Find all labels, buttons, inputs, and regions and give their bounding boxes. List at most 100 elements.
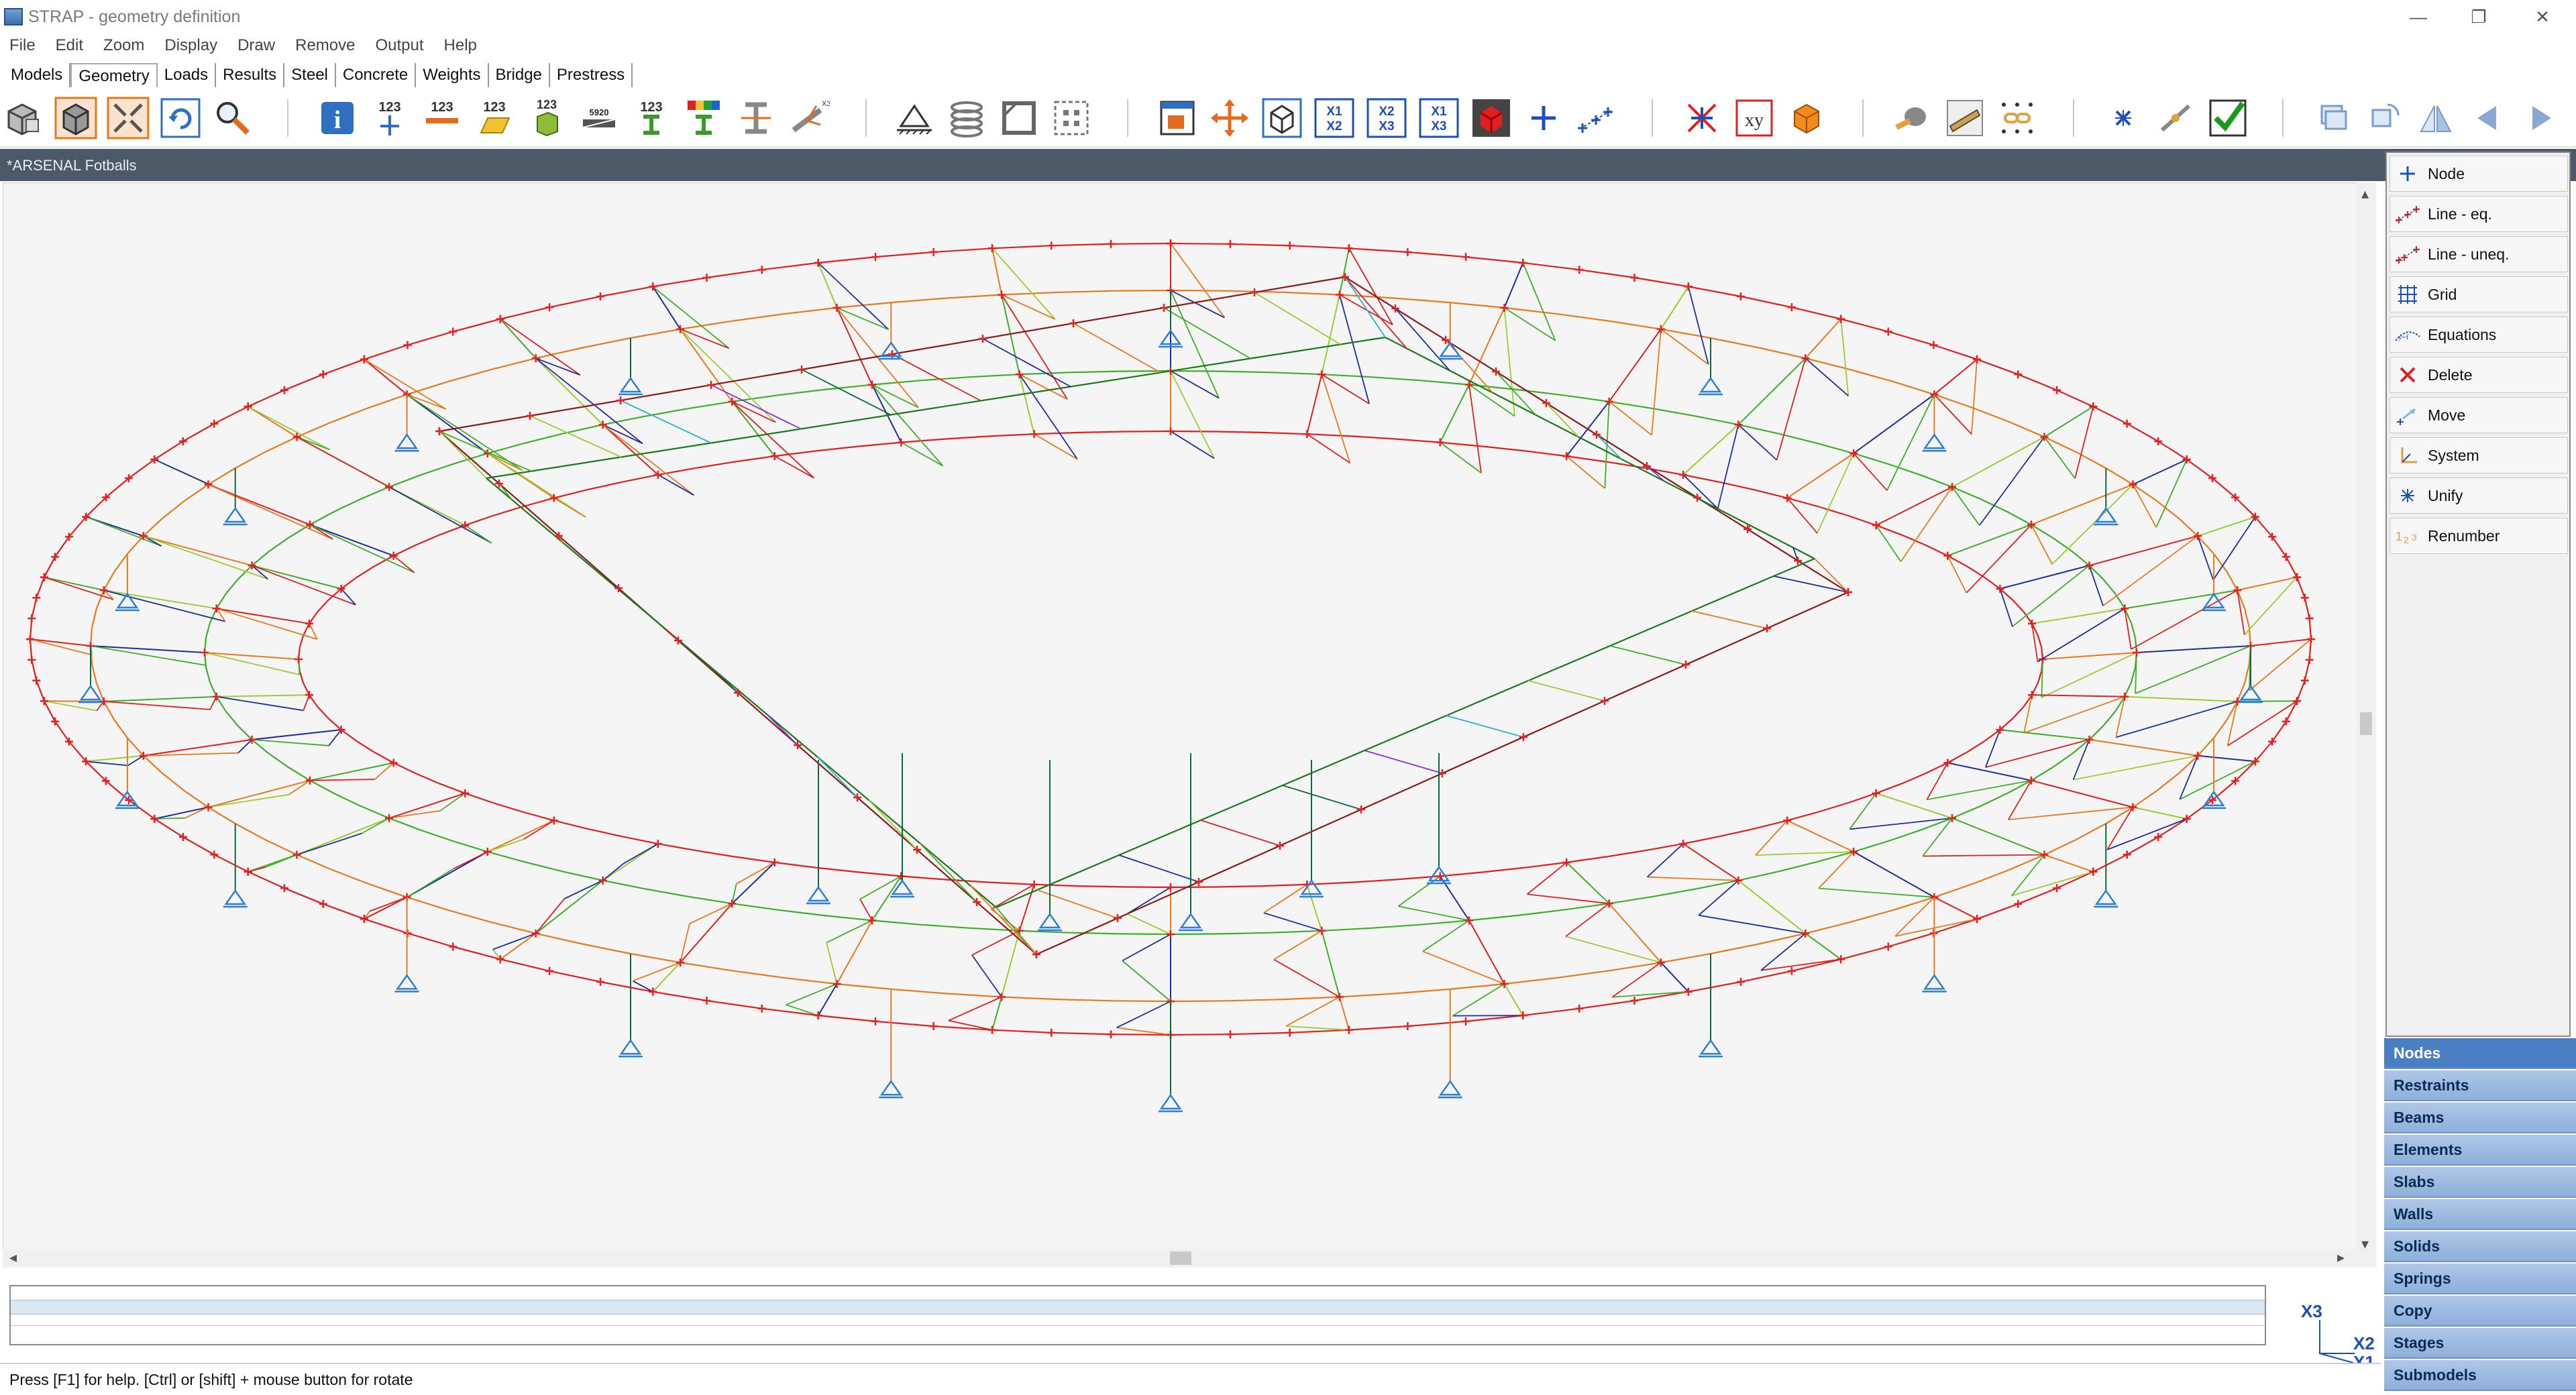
scroll-left-icon[interactable]: ◂ bbox=[9, 1249, 17, 1266]
zoom-icon[interactable] bbox=[211, 97, 255, 140]
system-command-button[interactable]: System bbox=[2390, 437, 2568, 473]
beam-element-icon[interactable] bbox=[1943, 97, 1987, 140]
springs-display-icon[interactable] bbox=[945, 97, 989, 140]
category-slabs[interactable]: Slabs bbox=[2384, 1167, 2576, 1198]
solid-cube-icon[interactable] bbox=[1784, 97, 1829, 140]
vertical-scrollbar[interactable]: ▴ ▾ bbox=[2356, 182, 2376, 1268]
node-numbers-icon[interactable]: 123 bbox=[368, 97, 412, 140]
category-stages[interactable]: Stages bbox=[2384, 1328, 2576, 1359]
grid-command-button[interactable]: Grid bbox=[2390, 276, 2568, 313]
tab-bridge[interactable]: Bridge bbox=[489, 63, 550, 87]
coordinate-system-icon bbox=[2393, 441, 2422, 470]
redraw-icon[interactable] bbox=[158, 97, 203, 140]
isometric-view-icon[interactable] bbox=[1260, 97, 1304, 140]
line-equal-command-button[interactable]: Line - eq. bbox=[2390, 196, 2568, 232]
move-view-icon[interactable] bbox=[1208, 97, 1252, 140]
equations-command-button[interactable]: y=f Equations bbox=[2390, 317, 2568, 353]
check-geometry-icon[interactable] bbox=[2206, 97, 2250, 140]
delete-x-icon bbox=[2393, 360, 2422, 390]
x1x3-plane-icon[interactable]: X1 X3 bbox=[1417, 97, 1461, 140]
cylinder-icon[interactable] bbox=[1890, 97, 1935, 140]
property-numbers-icon[interactable]: 123 bbox=[629, 97, 674, 140]
beam-numbers-icon[interactable]: 123 bbox=[420, 97, 464, 140]
line-equal-icon bbox=[2393, 199, 2422, 229]
menu-help[interactable]: Help bbox=[444, 36, 477, 55]
tab-prestress[interactable]: Prestress bbox=[550, 63, 633, 87]
category-restraints[interactable]: Restraints bbox=[2384, 1070, 2576, 1101]
minimize-button[interactable]: — bbox=[2388, 0, 2449, 34]
fit-view-icon[interactable] bbox=[106, 97, 150, 140]
coordinates-icon[interactable]: xy bbox=[1732, 97, 1776, 140]
menu-display[interactable]: Display bbox=[164, 36, 217, 55]
section-orientation-icon[interactable] bbox=[734, 97, 778, 140]
menu-zoom[interactable]: Zoom bbox=[103, 36, 144, 55]
element-numbers-icon[interactable]: 123 bbox=[472, 97, 517, 140]
menu-remove[interactable]: Remove bbox=[295, 36, 355, 55]
section-names-icon[interactable]: 5920 bbox=[577, 97, 621, 140]
tab-weights[interactable]: Weights bbox=[416, 63, 489, 87]
tab-concrete[interactable]: Concrete bbox=[336, 63, 417, 87]
line-unequal-command-button[interactable]: Line - uneq. bbox=[2390, 236, 2568, 272]
view-3d-icon[interactable] bbox=[1, 97, 46, 140]
unify-command-button[interactable]: Unify bbox=[2390, 478, 2568, 514]
command-input-area[interactable] bbox=[9, 1285, 2266, 1345]
menu-edit[interactable]: Edit bbox=[56, 36, 83, 55]
category-beams[interactable]: Beams bbox=[2384, 1103, 2576, 1133]
rotate-view-icon[interactable] bbox=[2361, 97, 2406, 140]
add-node-icon[interactable] bbox=[1521, 97, 1566, 140]
x1x2-plane-icon[interactable]: X1 X2 bbox=[1312, 97, 1356, 140]
solid-view-icon[interactable] bbox=[54, 97, 98, 140]
x2x3-plane-icon[interactable]: X2 X3 bbox=[1364, 97, 1409, 140]
category-elements[interactable]: Elements bbox=[2384, 1135, 2576, 1166]
horizontal-scroll-thumb[interactable] bbox=[1170, 1251, 1191, 1265]
next-icon[interactable] bbox=[2518, 97, 2563, 140]
connect-nodes-icon[interactable] bbox=[1995, 97, 2039, 140]
move-command-button[interactable]: Move bbox=[2390, 397, 2568, 433]
svg-text:i: i bbox=[334, 106, 341, 134]
category-solids[interactable]: Solids bbox=[2384, 1231, 2576, 1262]
tab-loads[interactable]: Loads bbox=[158, 63, 217, 87]
delete-command-button[interactable]: Delete bbox=[2390, 357, 2568, 393]
category-nodes[interactable]: Nodes bbox=[2384, 1038, 2576, 1069]
category-submodels[interactable]: Submodels bbox=[2384, 1360, 2576, 1391]
restraints-display-icon[interactable] bbox=[892, 97, 936, 140]
solid-numbers-icon[interactable]: 123 bbox=[525, 97, 569, 140]
unify-nodes-icon[interactable] bbox=[2101, 97, 2145, 140]
category-walls[interactable]: Walls bbox=[2384, 1199, 2576, 1230]
renumber-command-button[interactable]: 123 Renumber bbox=[2390, 518, 2568, 554]
close-button[interactable]: ✕ bbox=[2512, 0, 2573, 34]
window-select-icon[interactable] bbox=[1155, 97, 1199, 140]
render-cube-icon[interactable] bbox=[1469, 97, 1513, 140]
axis-x3-label: X3 bbox=[2301, 1301, 2322, 1321]
restore-button[interactable]: ❐ bbox=[2449, 0, 2509, 34]
tab-steel[interactable]: Steel bbox=[284, 63, 336, 87]
menu-draw[interactable]: Draw bbox=[237, 36, 275, 55]
horizontal-scrollbar[interactable]: ◂ ▸ bbox=[3, 1249, 2356, 1268]
vertical-scroll-thumb[interactable] bbox=[2360, 712, 2372, 735]
select-nodes-icon[interactable] bbox=[1680, 97, 1724, 140]
menu-output[interactable]: Output bbox=[375, 36, 423, 55]
frame-display-icon[interactable] bbox=[997, 97, 1041, 140]
release-icon[interactable] bbox=[2153, 97, 2198, 140]
dashed-grid-icon[interactable] bbox=[1049, 97, 1093, 140]
mirror-icon[interactable] bbox=[2414, 97, 2458, 140]
scroll-up-icon[interactable]: ▴ bbox=[2361, 185, 2369, 203]
scroll-right-icon[interactable]: ▸ bbox=[2337, 1249, 2345, 1266]
command-line[interactable] bbox=[11, 1300, 2265, 1315]
info-icon[interactable]: i bbox=[315, 97, 360, 140]
svg-text:3: 3 bbox=[2412, 532, 2417, 543]
local-axes-icon[interactable]: X3 bbox=[786, 97, 830, 140]
tab-results[interactable]: Results bbox=[216, 63, 285, 87]
copy-view-icon[interactable] bbox=[2309, 97, 2353, 140]
menu-file[interactable]: File bbox=[9, 36, 36, 55]
category-copy[interactable]: Copy bbox=[2384, 1296, 2576, 1327]
node-command-button[interactable]: Node bbox=[2390, 156, 2568, 192]
previous-icon[interactable] bbox=[2466, 97, 2510, 140]
tab-geometry[interactable]: Geometry bbox=[70, 63, 158, 87]
scroll-down-icon[interactable]: ▾ bbox=[2361, 1235, 2369, 1253]
tab-models[interactable]: Models bbox=[4, 63, 71, 87]
color-properties-icon[interactable] bbox=[682, 97, 726, 140]
model-viewport[interactable] bbox=[3, 182, 2376, 1268]
category-springs[interactable]: Springs bbox=[2384, 1264, 2576, 1294]
node-line-icon[interactable] bbox=[1574, 97, 1618, 140]
